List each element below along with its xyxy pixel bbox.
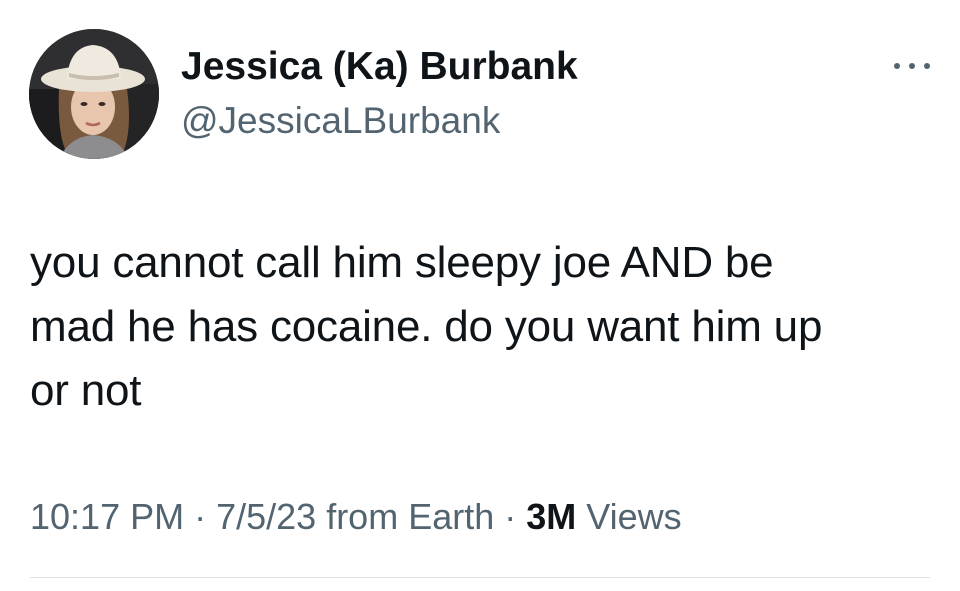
tweet-text-line-2: mad he has cocaine. do you want him up: [30, 302, 823, 351]
tweet-time[interactable]: 10:17 PM: [30, 496, 184, 537]
more-options-icon[interactable]: [894, 52, 930, 80]
tweet-date[interactable]: 7/5/23: [216, 496, 316, 537]
meta-separator: ·: [184, 496, 217, 537]
more-dot-2: [909, 63, 915, 69]
views-label: Views: [576, 496, 682, 537]
tweet-text-line-1: you cannot call him sleepy joe AND be: [30, 238, 774, 287]
display-name[interactable]: Jessica (Ka) Burbank: [181, 44, 578, 90]
author-info: Jessica (Ka) Burbank @JessicaLBurbank: [181, 44, 578, 144]
avatar[interactable]: [29, 29, 159, 159]
user-handle[interactable]: @JessicaLBurbank: [181, 98, 578, 144]
meta-separator: ·: [494, 496, 527, 537]
tweet-text: you cannot call him sleepy joe AND be ma…: [30, 231, 935, 423]
more-dot-1: [894, 63, 900, 69]
divider: [30, 577, 930, 578]
tweet-meta: 10:17 PM · 7/5/23 from Earth · 3M Views: [30, 494, 682, 540]
avatar-image: [29, 29, 159, 159]
views-count[interactable]: 3M: [526, 496, 576, 537]
tweet-card: Jessica (Ka) Burbank @JessicaLBurbank yo…: [0, 0, 960, 591]
tweet-text-line-3: or not: [30, 366, 142, 415]
more-dot-3: [924, 63, 930, 69]
tweet-source: from Earth: [316, 496, 495, 537]
